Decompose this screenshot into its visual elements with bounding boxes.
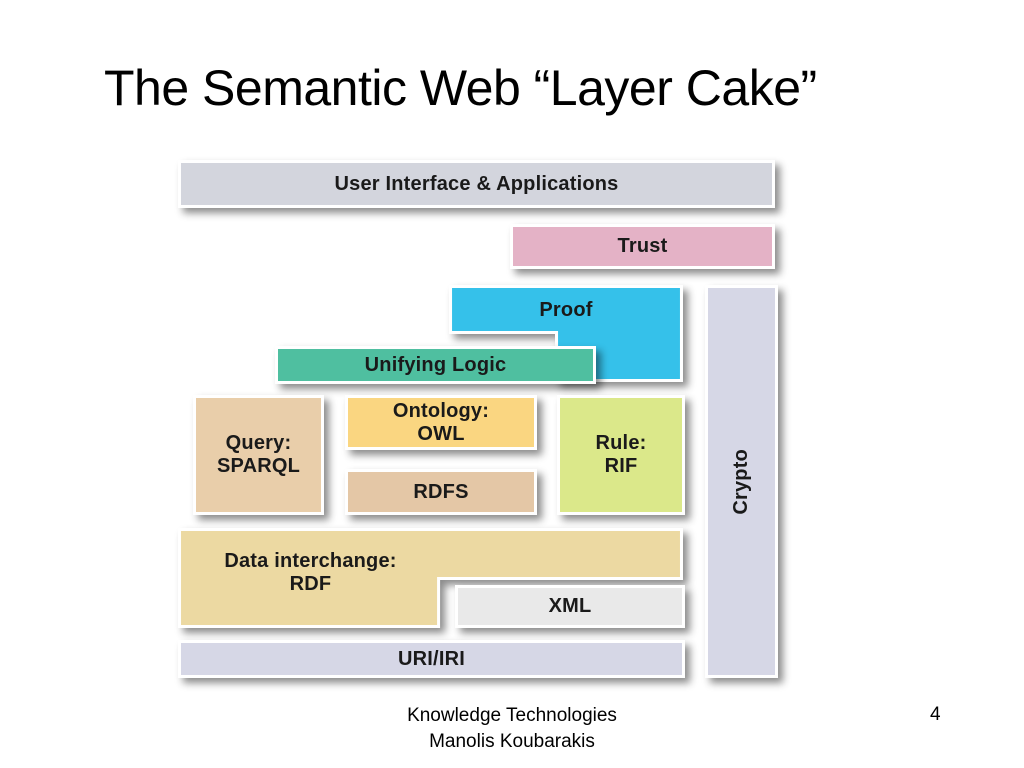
layer-label-trust: Trust: [617, 235, 668, 257]
layer-label-ontology-owl: Ontology: OWL: [392, 399, 490, 445]
layer-label-rdfs: RDFS: [413, 480, 469, 503]
layer-block-query-sparql: Query: SPARQL: [193, 395, 324, 515]
layer-label-xml: XML: [548, 595, 592, 617]
layer-label-rule-rif: Rule: RIF: [595, 432, 647, 477]
layer-block-unifying-logic: Unifying Logic: [275, 346, 596, 384]
slide-footer: Knowledge Technologies Manolis Koubaraki…: [0, 703, 1024, 754]
layer-label-proof: Proof: [539, 299, 593, 321]
layer-block-trust: Trust: [510, 224, 775, 269]
layer-block-crypto: Crypto: [705, 285, 778, 678]
layer-block-xml: XML: [455, 585, 685, 628]
semantic-web-layer-cake-diagram: User Interface & Applications Trust Proo…: [0, 0, 1024, 700]
layer-block-user-interface-applications: User Interface & Applications: [178, 160, 775, 208]
footer-author: Manolis Koubarakis: [429, 730, 595, 752]
layer-label-uri-iri: URI/IRI: [398, 647, 465, 670]
slide-number: 4: [930, 704, 941, 725]
layer-block-ontology-owl: Ontology: OWL: [345, 395, 537, 450]
layer-block-rule-rif: Rule: RIF: [557, 395, 685, 515]
layer-label-data-interchange-rdf: Data interchange: RDF: [224, 550, 397, 595]
layer-label-unifying-logic: Unifying Logic: [364, 353, 507, 376]
layer-block-uri-iri: URI/IRI: [178, 640, 685, 678]
layer-label-user-interface-applications: User Interface & Applications: [334, 172, 619, 195]
layer-label-crypto: Crypto: [730, 448, 752, 515]
layer-block-rdfs: RDFS: [345, 469, 537, 515]
layer-label-query-sparql: Query: SPARQL: [216, 432, 301, 477]
footer-course-title: Knowledge Technologies: [407, 705, 617, 726]
